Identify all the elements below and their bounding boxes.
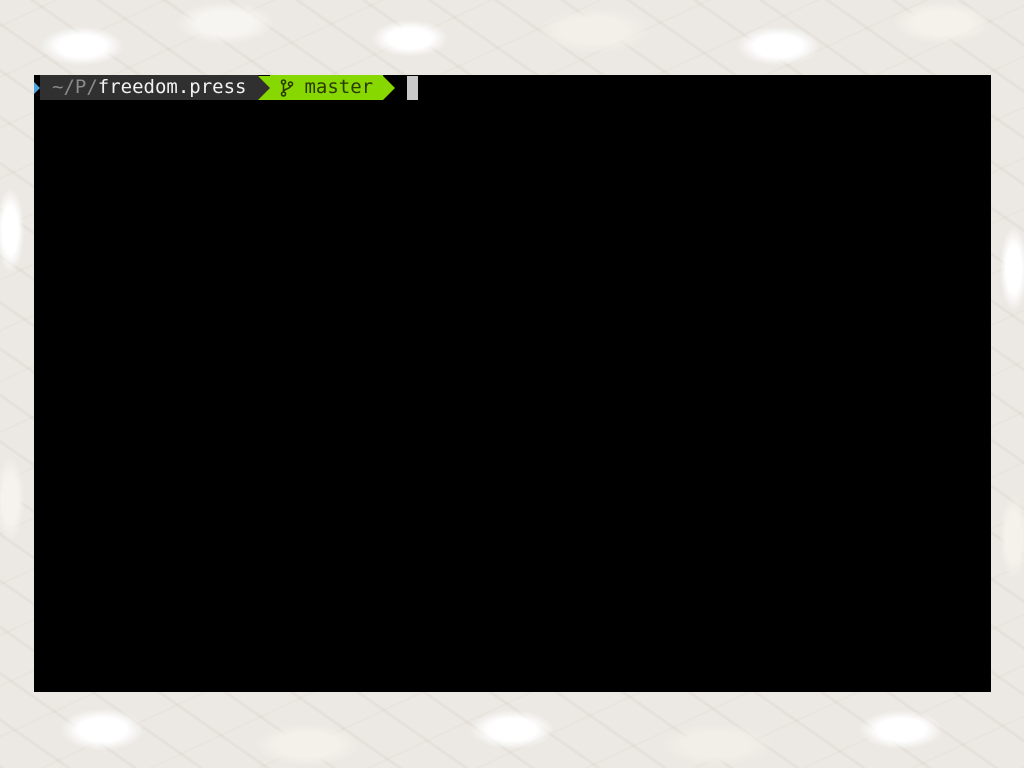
git-branch-name: master [304,76,374,98]
powerline-separator-icon [258,75,271,100]
git-branch-icon [281,78,294,97]
terminal-window[interactable]: ~/P/freedom.press master [34,75,991,692]
prompt-git-segment: master [270,75,384,100]
prompt-path-segment: ~/P/freedom.press [40,75,259,100]
path-prefix: ~/P/ [52,76,98,98]
shell-prompt: ~/P/freedom.press master [34,75,419,100]
path-current-dir: freedom.press [97,76,247,98]
powerline-end-separator-icon [383,75,396,100]
text-cursor[interactable] [407,75,419,100]
status-indicator-icon [34,75,40,100]
